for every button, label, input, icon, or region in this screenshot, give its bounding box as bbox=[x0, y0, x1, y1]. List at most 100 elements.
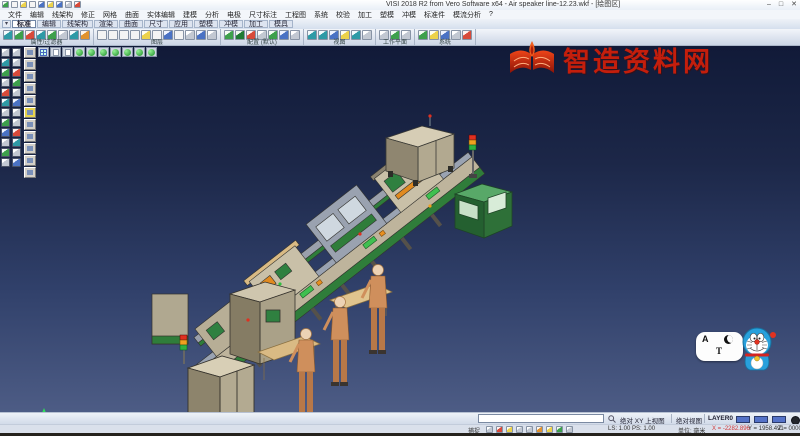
menu-item[interactable]: 冲模 bbox=[398, 10, 420, 20]
main-viewport[interactable] bbox=[0, 46, 800, 412]
tab-dimension[interactable]: 尺寸 bbox=[144, 20, 168, 28]
color-swatch[interactable] bbox=[772, 416, 786, 423]
menu-item[interactable]: 曲面 bbox=[121, 10, 143, 20]
tab-surface[interactable]: 曲面 bbox=[119, 20, 143, 28]
undo-icon[interactable] bbox=[65, 1, 72, 8]
side-tool-button[interactable] bbox=[24, 119, 36, 130]
page-view-button[interactable] bbox=[62, 47, 73, 57]
tab-wireframe[interactable]: 线架构 bbox=[62, 20, 93, 28]
dynamic-view-icon[interactable] bbox=[246, 30, 256, 40]
tab-tooling[interactable]: 模具 bbox=[269, 20, 293, 28]
active-layer-label[interactable]: LAYER0 bbox=[708, 415, 733, 422]
view-custom-icon[interactable] bbox=[362, 30, 372, 40]
layer-freeze-icon[interactable] bbox=[152, 30, 162, 40]
system-snap-icon[interactable] bbox=[451, 30, 461, 40]
close-button[interactable]: ✕ bbox=[791, 0, 797, 9]
side-tool-button[interactable] bbox=[24, 143, 36, 154]
layer-active-icon[interactable] bbox=[141, 30, 151, 40]
side-tool-button[interactable] bbox=[24, 47, 36, 58]
status-icon[interactable] bbox=[496, 426, 503, 433]
palette-icon[interactable] bbox=[1, 158, 10, 167]
system-grid-icon[interactable] bbox=[440, 30, 450, 40]
view-top-icon[interactable] bbox=[307, 30, 317, 40]
menu-item[interactable]: 建模 bbox=[179, 10, 201, 20]
grid-view-button[interactable] bbox=[38, 47, 49, 57]
shading-icon[interactable] bbox=[224, 30, 234, 40]
status-icon[interactable] bbox=[546, 426, 553, 433]
layer-hide-icon[interactable] bbox=[130, 30, 140, 40]
layer-list-icon[interactable] bbox=[108, 30, 118, 40]
side-tool-button[interactable] bbox=[24, 71, 36, 82]
menu-item[interactable]: 系统 bbox=[310, 10, 332, 20]
menu-item[interactable]: 电极 bbox=[223, 10, 245, 20]
menu-item[interactable]: 编辑 bbox=[26, 10, 48, 20]
workplane-set-icon[interactable] bbox=[379, 30, 389, 40]
export-icon[interactable] bbox=[56, 1, 63, 8]
search-icon[interactable] bbox=[608, 415, 616, 423]
layer-settings-icon[interactable] bbox=[196, 30, 206, 40]
palette-icon[interactable] bbox=[12, 98, 21, 107]
tab-standard[interactable]: 标准 bbox=[12, 20, 36, 28]
palette-icon[interactable] bbox=[12, 138, 21, 147]
palette-icon[interactable] bbox=[1, 98, 10, 107]
side-tool-button[interactable] bbox=[24, 167, 36, 178]
tab-render[interactable]: 渲染 bbox=[94, 20, 118, 28]
new-file-icon[interactable] bbox=[11, 1, 18, 8]
palette-icon[interactable] bbox=[1, 128, 10, 137]
palette-icon[interactable] bbox=[12, 78, 21, 87]
menu-item[interactable]: 模流分析 bbox=[449, 10, 485, 20]
mask-icon[interactable] bbox=[58, 30, 68, 40]
zoom-window-icon[interactable] bbox=[257, 30, 267, 40]
selection-filter-icon[interactable] bbox=[69, 30, 79, 40]
menu-item[interactable]: 线架构 bbox=[48, 10, 77, 20]
menu-item-help[interactable]: ? bbox=[485, 11, 497, 18]
menu-item[interactable]: 修正 bbox=[77, 10, 99, 20]
rotate-view-button[interactable] bbox=[98, 47, 109, 57]
entity-filter-icon[interactable] bbox=[47, 30, 57, 40]
import-icon[interactable] bbox=[47, 1, 54, 8]
palette-icon[interactable] bbox=[1, 68, 10, 77]
rotate-view-button[interactable] bbox=[86, 47, 97, 57]
tab-machining[interactable]: 加工 bbox=[244, 20, 268, 28]
page-view-button[interactable] bbox=[50, 47, 61, 57]
status-icon[interactable] bbox=[526, 426, 533, 433]
side-tool-button[interactable] bbox=[24, 131, 36, 142]
palette-icon[interactable] bbox=[1, 118, 10, 127]
delete-filter-icon[interactable] bbox=[25, 30, 35, 40]
side-tool-button[interactable] bbox=[24, 155, 36, 166]
system-settings-icon[interactable] bbox=[418, 30, 428, 40]
rotate-view-button[interactable] bbox=[122, 47, 133, 57]
status-icon[interactable] bbox=[516, 426, 523, 433]
rotate-view-button[interactable] bbox=[110, 47, 121, 57]
color-swatch[interactable] bbox=[736, 416, 750, 423]
redo-icon[interactable] bbox=[74, 1, 81, 8]
color-swatch[interactable] bbox=[754, 416, 768, 423]
zoom-fit-icon[interactable] bbox=[268, 30, 278, 40]
menu-item[interactable]: 实体编辑 bbox=[143, 10, 179, 20]
command-input[interactable] bbox=[478, 414, 604, 423]
system-options-icon[interactable] bbox=[429, 30, 439, 40]
crosshair-icon[interactable] bbox=[566, 426, 573, 433]
side-tool-button-active[interactable] bbox=[24, 107, 36, 118]
tab-edit[interactable]: 编辑 bbox=[37, 20, 61, 28]
menu-item[interactable]: 工程图 bbox=[281, 10, 310, 20]
color-filter-icon[interactable] bbox=[14, 30, 24, 40]
palette-icon[interactable] bbox=[12, 68, 21, 77]
palette-icon[interactable] bbox=[1, 88, 10, 97]
status-icon[interactable] bbox=[486, 426, 493, 433]
layer-manager-icon[interactable] bbox=[207, 30, 217, 40]
palette-icon[interactable] bbox=[12, 118, 21, 127]
menu-item[interactable]: 塑模 bbox=[376, 10, 398, 20]
layer-new-icon[interactable] bbox=[97, 30, 107, 40]
highlight-filter-icon[interactable] bbox=[80, 30, 90, 40]
status-icon[interactable] bbox=[536, 426, 543, 433]
palette-icon[interactable] bbox=[12, 158, 21, 167]
view-iso-icon[interactable] bbox=[329, 30, 339, 40]
toolbar-dropdown-button[interactable]: ▾ bbox=[2, 20, 11, 28]
menu-item[interactable]: 校验 bbox=[332, 10, 354, 20]
maximize-button[interactable]: □ bbox=[779, 0, 783, 9]
attribute-icon[interactable] bbox=[3, 30, 13, 40]
palette-icon[interactable] bbox=[12, 48, 21, 57]
palette-icon[interactable] bbox=[1, 58, 10, 67]
open-file-icon[interactable] bbox=[20, 1, 27, 8]
